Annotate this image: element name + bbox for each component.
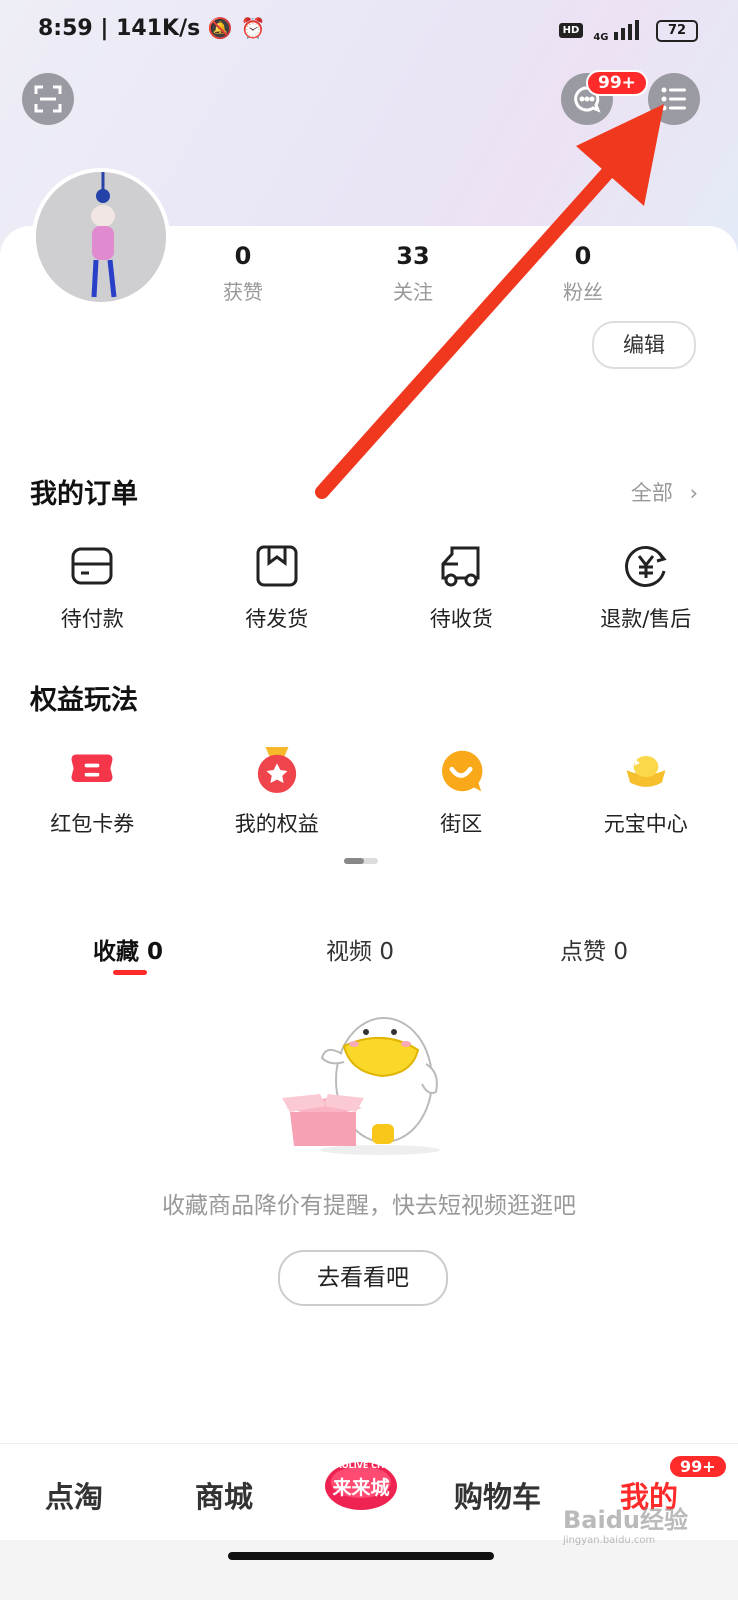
- smile-icon: [438, 748, 484, 794]
- tab-likes[interactable]: 点赞 0: [560, 932, 628, 966]
- ingot-icon: [623, 748, 669, 794]
- edit-profile-button[interactable]: 编辑: [592, 321, 696, 369]
- avatar-image: [36, 172, 166, 302]
- truck-icon: [438, 543, 484, 589]
- order-pending-payment[interactable]: 待付款: [0, 543, 185, 633]
- order-pending-shipment[interactable]: 待发货: [185, 543, 370, 633]
- battery-indicator: 72: [656, 19, 698, 42]
- benefits-title: 权益玩法: [30, 685, 138, 716]
- order-refund-aftersale[interactable]: 退款/售后: [554, 543, 738, 633]
- benefit-shortcuts: 红包卡券 我的权益 街区 元宝中心: [0, 747, 738, 838]
- chevron-right-icon: ›: [689, 481, 698, 505]
- empty-state-illustration: [282, 1017, 440, 1155]
- mute-bell-icon: 🔕: [207, 16, 233, 40]
- wallet-icon: [69, 543, 115, 589]
- order-shortcuts: 待付款 待发货 待收货 退款/售后: [0, 543, 738, 633]
- nav-cart[interactable]: 购物车: [454, 1474, 541, 1516]
- medal-icon: [254, 747, 300, 794]
- coupon-icon: [69, 748, 115, 794]
- orders-all-link[interactable]: 全部 ›: [631, 477, 698, 507]
- signal-icon: 4G: [593, 18, 646, 43]
- nav-laolaicheng-logo[interactable]: TAOLIVE CITY 来来城: [324, 1452, 398, 1514]
- refund-icon: [623, 543, 669, 589]
- mine-badge: 99+: [668, 1454, 728, 1479]
- box-icon: [254, 543, 300, 589]
- benefit-coupons[interactable]: 红包卡券: [0, 748, 185, 838]
- benefit-street[interactable]: 街区: [369, 748, 554, 838]
- stat-followers[interactable]: 0 粉丝: [528, 242, 638, 305]
- stat-likes[interactable]: 0 获赞: [188, 242, 298, 305]
- nav-mall[interactable]: 商城: [195, 1474, 253, 1516]
- page-indicator-active: [344, 858, 364, 864]
- empty-state-message: 收藏商品降价有提醒，快去短视频逛逛吧: [162, 1193, 576, 1219]
- avatar[interactable]: [32, 168, 170, 306]
- status-bar: 8:59 | 141K/s 🔕 ⏰ HD 4G 72: [0, 0, 738, 64]
- list-menu-icon: [661, 87, 686, 111]
- order-pending-receipt[interactable]: 待收货: [369, 543, 554, 633]
- menu-button[interactable]: [648, 73, 700, 125]
- tab-videos[interactable]: 视频 0: [326, 932, 394, 966]
- status-indicators: HD 4G 72: [558, 18, 698, 43]
- scan-button[interactable]: [22, 73, 74, 125]
- scan-icon: [34, 85, 62, 113]
- status-time: 8:59 | 141K/s 🔕 ⏰: [38, 16, 266, 41]
- hd-badge: HD: [558, 23, 584, 38]
- benefit-my-rights[interactable]: 我的权益: [185, 747, 370, 838]
- tab-favorites[interactable]: 收藏 0: [93, 932, 163, 966]
- message-count-badge: 99+: [586, 70, 648, 96]
- browse-button[interactable]: 去看看吧: [278, 1250, 448, 1306]
- home-indicator[interactable]: [228, 1552, 494, 1560]
- stat-following[interactable]: 33 关注: [358, 242, 468, 305]
- alarm-icon: ⏰: [240, 16, 266, 40]
- watermark: Baidu经验 jingyan.baidu.com: [563, 1506, 688, 1546]
- active-tab-indicator: [113, 970, 147, 975]
- benefit-ingot-center[interactable]: 元宝中心: [554, 748, 738, 838]
- orders-title: 我的订单: [30, 479, 138, 510]
- nav-diantao[interactable]: 点淘: [45, 1474, 103, 1516]
